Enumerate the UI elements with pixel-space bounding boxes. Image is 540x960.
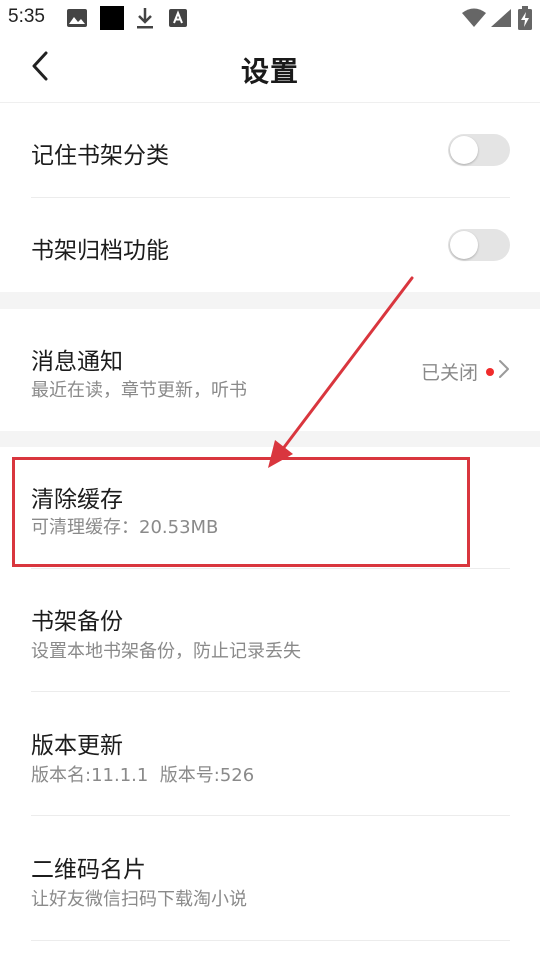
setting-qr-card[interactable]: 二维码名片 让好友微信扫码下载淘小说 <box>0 816 540 941</box>
page-title: 设置 <box>240 55 299 88</box>
black-square-icon <box>100 6 124 34</box>
section-gap <box>0 431 540 447</box>
setting-title: 二维码名片 <box>31 857 146 883</box>
setting-title: 记住书架分类 <box>31 143 169 169</box>
setting-title: 版本更新 <box>31 733 123 759</box>
status-time: 5:35 <box>8 6 45 27</box>
shelf-archive-toggle[interactable] <box>448 229 510 261</box>
setting-shelf-archive: 书架归档功能 <box>0 198 540 292</box>
app-header: 设置 <box>0 36 540 103</box>
setting-shelf-backup[interactable]: 书架备份 设置本地书架备份，防止记录丢失 <box>0 569 540 692</box>
setting-notifications[interactable]: 消息通知 最近在读，章节更新，听书 已关闭 <box>0 309 540 431</box>
image-icon <box>66 8 88 32</box>
setting-title: 清除缓存 <box>31 487 123 513</box>
setting-version-update[interactable]: 版本更新 版本名:11.1.1 版本号:526 <box>0 692 540 816</box>
toggle-knob <box>450 231 478 259</box>
red-dot-icon <box>486 367 494 376</box>
a-badge-icon <box>168 8 188 32</box>
divider <box>31 940 510 941</box>
signal-icon <box>490 8 512 32</box>
setting-subtitle: 可清理缓存：20.53MB <box>31 517 219 538</box>
download-icon <box>136 6 154 34</box>
setting-subtitle: 让好友微信扫码下载淘小说 <box>31 889 247 910</box>
setting-clear-cache[interactable]: 清除缓存 可清理缓存：20.53MB <box>0 447 540 569</box>
toggle-knob <box>450 136 478 164</box>
setting-title: 书架归档功能 <box>31 238 169 264</box>
battery-charging-icon <box>518 6 532 34</box>
setting-title: 书架备份 <box>31 609 123 635</box>
setting-subtitle: 版本名:11.1.1 版本号:526 <box>31 765 255 786</box>
notification-status: 已关闭 <box>421 358 510 385</box>
setting-subtitle: 设置本地书架备份，防止记录丢失 <box>31 641 301 662</box>
chevron-right-icon <box>498 359 510 384</box>
setting-subtitle: 最近在读，章节更新，听书 <box>31 380 247 401</box>
wifi-icon <box>462 8 486 32</box>
setting-remember-shelf-category: 记住书架分类 <box>0 103 540 198</box>
section-gap <box>0 292 540 309</box>
notification-status-text: 已关闭 <box>420 362 478 384</box>
remember-shelf-category-toggle[interactable] <box>448 134 510 166</box>
status-bar: 5:35 <box>0 0 540 36</box>
setting-title: 消息通知 <box>31 349 123 375</box>
